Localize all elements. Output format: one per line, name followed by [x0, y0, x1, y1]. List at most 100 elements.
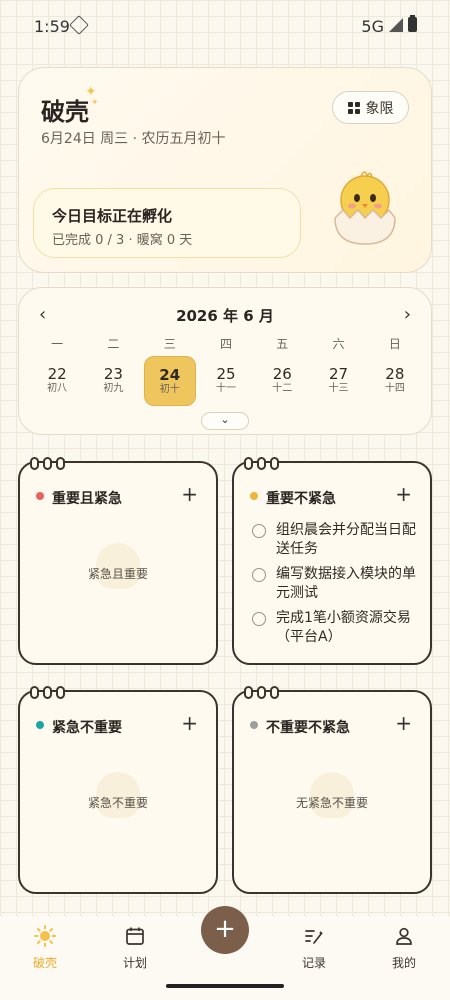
quadrant-dot — [36, 492, 44, 500]
day-row: 22 初八 23 初九 24 初十 25 十一 26 十二 27 十三 28 十四 — [29, 356, 423, 406]
lunar-date: 十一 — [215, 383, 236, 394]
sparkle-small-icon: ✦ — [91, 98, 99, 108]
quadrant-view-button[interactable]: 象限 — [332, 91, 409, 124]
weekday-label: 日 — [388, 337, 401, 351]
day-number: 23 — [103, 365, 123, 383]
calendar-day[interactable]: 25 十一 — [198, 356, 254, 406]
spiral-rings — [30, 686, 65, 699]
weekday-label: 六 — [332, 337, 345, 351]
empty-state: 紧急且重要 — [20, 543, 216, 589]
empty-state: 紧急不重要 — [20, 772, 216, 818]
add-task-button[interactable]: + — [395, 711, 412, 735]
goal-subtitle: 已完成 0 / 3 · 暖窝 0 天 — [52, 233, 193, 248]
task-checkbox[interactable] — [252, 612, 266, 626]
tab-label: 破壳 — [32, 956, 57, 970]
day-number: 28 — [385, 365, 405, 383]
expand-calendar-button[interactable]: ⌄ — [201, 412, 249, 430]
quadrant-title: 重要不紧急 — [266, 491, 336, 507]
empty-label: 紧急不重要 — [87, 796, 148, 810]
task-checkbox[interactable] — [252, 568, 266, 582]
lunar-date: 十三 — [328, 383, 349, 394]
hero-card: 破壳 ✦ ✦ 6月24日 周三 · 农历五月初十 象限 今日目标正在孵化 已完成… — [18, 67, 432, 273]
spiral-rings — [244, 686, 279, 699]
nfc-icon — [69, 15, 89, 35]
calendar-day[interactable]: 26 十二 — [254, 356, 310, 406]
add-task-button[interactable]: + — [181, 482, 198, 506]
task-item[interactable]: 组织晨会并分配当日配送任务 — [250, 521, 426, 559]
day-number: 27 — [329, 365, 349, 383]
weekday-header: 一 二 三 四 五 六 日 — [29, 335, 423, 352]
calendar-day[interactable]: 28 十四 — [367, 356, 423, 406]
calendar-day[interactable]: 22 初八 — [29, 356, 85, 406]
calendar-icon — [100, 924, 170, 948]
quadrant-dot — [250, 492, 258, 500]
grid-icon — [347, 101, 360, 114]
quadrant-important-urgent: 重要且紧急 + 紧急且重要 — [18, 457, 218, 665]
weekday-label: 一 — [51, 337, 64, 351]
day-number: 22 — [47, 365, 67, 383]
day-number: 24 — [159, 366, 181, 384]
add-task-button[interactable]: + — [395, 482, 412, 506]
goal-title: 今日目标正在孵化 — [52, 207, 173, 225]
calendar-month-title: 2026 年 6 月 — [176, 307, 274, 325]
lunar-date: 初十 — [159, 384, 180, 395]
calendar-day[interactable]: 27 十三 — [310, 356, 366, 406]
quadrant-title: 重要且紧急 — [52, 491, 122, 507]
date-label: 6月24日 周三 · 农历五月初十 — [41, 131, 226, 147]
calendar-day-selected[interactable]: 24 初十 — [142, 356, 198, 406]
empty-state: 无紧急不重要 — [234, 772, 430, 818]
task-item[interactable]: 编写数据接入模块的单元测试 — [250, 565, 426, 603]
task-checkbox[interactable] — [252, 524, 266, 538]
weekday-label: 四 — [219, 337, 232, 351]
quadrant-button-label: 象限 — [365, 100, 394, 117]
task-item[interactable]: 完成1笔小额资源交易（平台A） — [250, 609, 426, 647]
lunar-date: 十四 — [384, 383, 405, 394]
quadrant-important-not-urgent: 重要不紧急 + 组织晨会并分配当日配送任务 编写数据接入模块的单元测试 完成1笔… — [232, 457, 432, 665]
quadrant-dot — [36, 721, 44, 729]
signal-icon — [389, 18, 403, 32]
chick-mascot-icon — [334, 171, 396, 245]
empty-label: 无紧急不重要 — [295, 796, 368, 810]
tab-home[interactable]: 破壳 — [10, 924, 80, 971]
tab-label: 我的 — [391, 956, 416, 970]
quadrant-title: 紧急不重要 — [52, 720, 122, 736]
battery-icon — [408, 15, 417, 32]
status-time: 1:59 — [34, 17, 70, 36]
quadrant-title: 不重要不紧急 — [266, 720, 350, 736]
lunar-date: 初九 — [103, 383, 124, 394]
lunar-date: 初八 — [47, 383, 68, 394]
task-list: 组织晨会并分配当日配送任务 编写数据接入模块的单元测试 完成1笔小额资源交易（平… — [250, 521, 426, 653]
person-icon — [369, 924, 439, 948]
quadrant-not-important-not-urgent: 不重要不紧急 + 无紧急不重要 — [232, 686, 432, 894]
quadrant-dot — [250, 721, 258, 729]
calendar-day[interactable]: 23 初九 — [85, 356, 141, 406]
weekday-label: 二 — [107, 337, 120, 351]
quadrant-urgent-not-important: 紧急不重要 + 紧急不重要 — [18, 686, 218, 894]
tab-label: 记录 — [301, 956, 326, 970]
tab-label: 计划 — [122, 956, 147, 970]
home-indicator — [166, 984, 284, 988]
lunar-date: 十二 — [272, 383, 293, 394]
task-text: 完成1笔小额资源交易（平台A） — [276, 610, 411, 645]
edit-list-icon — [279, 924, 349, 948]
app-title: 破壳 — [41, 98, 89, 126]
spiral-rings — [30, 457, 65, 470]
next-month-button[interactable]: › — [404, 304, 411, 325]
status-bar: 1:59 5G — [0, 0, 450, 52]
spiral-rings — [244, 457, 279, 470]
task-text: 编写数据接入模块的单元测试 — [276, 566, 416, 601]
week-calendar: ‹ 2026 年 6 月 › 一 二 三 四 五 六 日 22 初八 23 初九 2… — [18, 287, 432, 435]
sun-icon — [10, 924, 80, 948]
add-task-button[interactable]: + — [181, 711, 198, 735]
tab-plan[interactable]: 计划 — [100, 924, 170, 971]
task-text: 组织晨会并分配当日配送任务 — [276, 522, 416, 557]
day-number: 26 — [272, 365, 292, 383]
weekday-label: 三 — [163, 337, 176, 351]
goal-progress-card[interactable]: 今日目标正在孵化 已完成 0 / 3 · 暖窝 0 天 — [33, 188, 301, 258]
tab-mine[interactable]: 我的 — [369, 924, 439, 971]
tab-record[interactable]: 记录 — [279, 924, 349, 971]
weekday-label: 五 — [276, 337, 289, 351]
empty-label: 紧急且重要 — [87, 567, 148, 581]
network-label: 5G — [361, 17, 384, 36]
add-fab-button[interactable]: + — [201, 906, 249, 954]
